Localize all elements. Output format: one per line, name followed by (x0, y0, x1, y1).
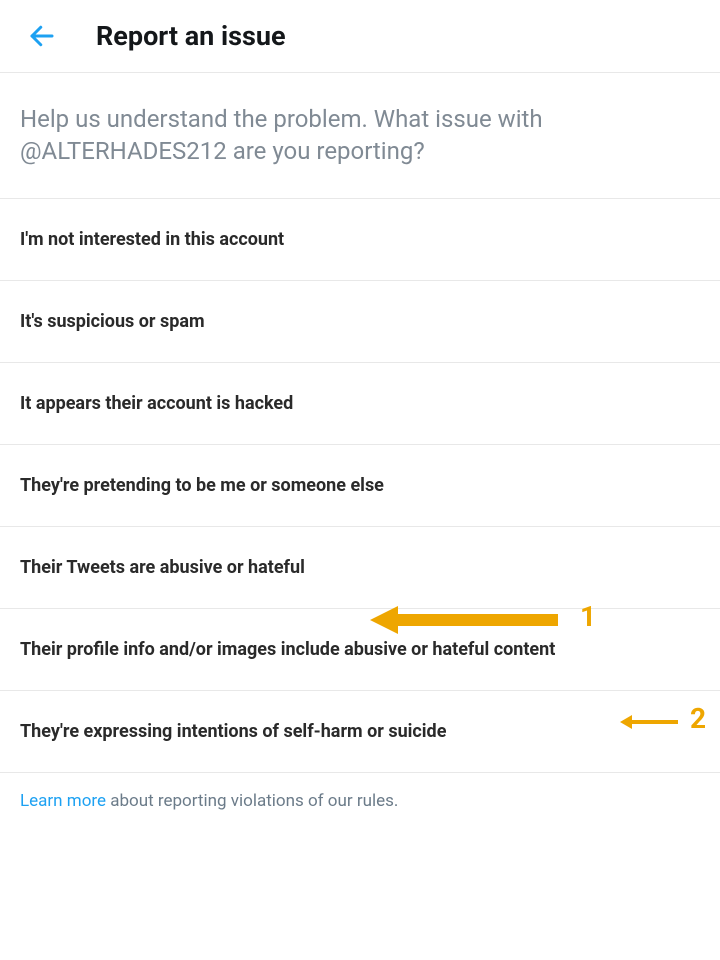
report-option-hacked[interactable]: It appears their account is hacked (0, 363, 720, 445)
back-button[interactable] (24, 18, 60, 54)
arrow-left-icon (27, 21, 57, 51)
report-option-not-interested[interactable]: I'm not interested in this account (0, 199, 720, 281)
report-option-abusive-tweets[interactable]: Their Tweets are abusive or hateful (0, 527, 720, 609)
header: Report an issue (0, 0, 720, 73)
learn-more-link[interactable]: Learn more (20, 791, 106, 811)
footer-rest: about reporting violations of our rules. (106, 791, 398, 811)
report-option-pretending[interactable]: They're pretending to be me or someone e… (0, 445, 720, 527)
footer-text: Learn more about reporting violations of… (0, 773, 720, 829)
report-option-abusive-profile[interactable]: Their profile info and/or images include… (0, 609, 720, 691)
page-title: Report an issue (96, 20, 286, 52)
report-prompt: Help us understand the problem. What iss… (0, 73, 720, 199)
report-option-self-harm[interactable]: They're expressing intentions of self-ha… (0, 691, 720, 773)
report-option-suspicious-spam[interactable]: It's suspicious or spam (0, 281, 720, 363)
